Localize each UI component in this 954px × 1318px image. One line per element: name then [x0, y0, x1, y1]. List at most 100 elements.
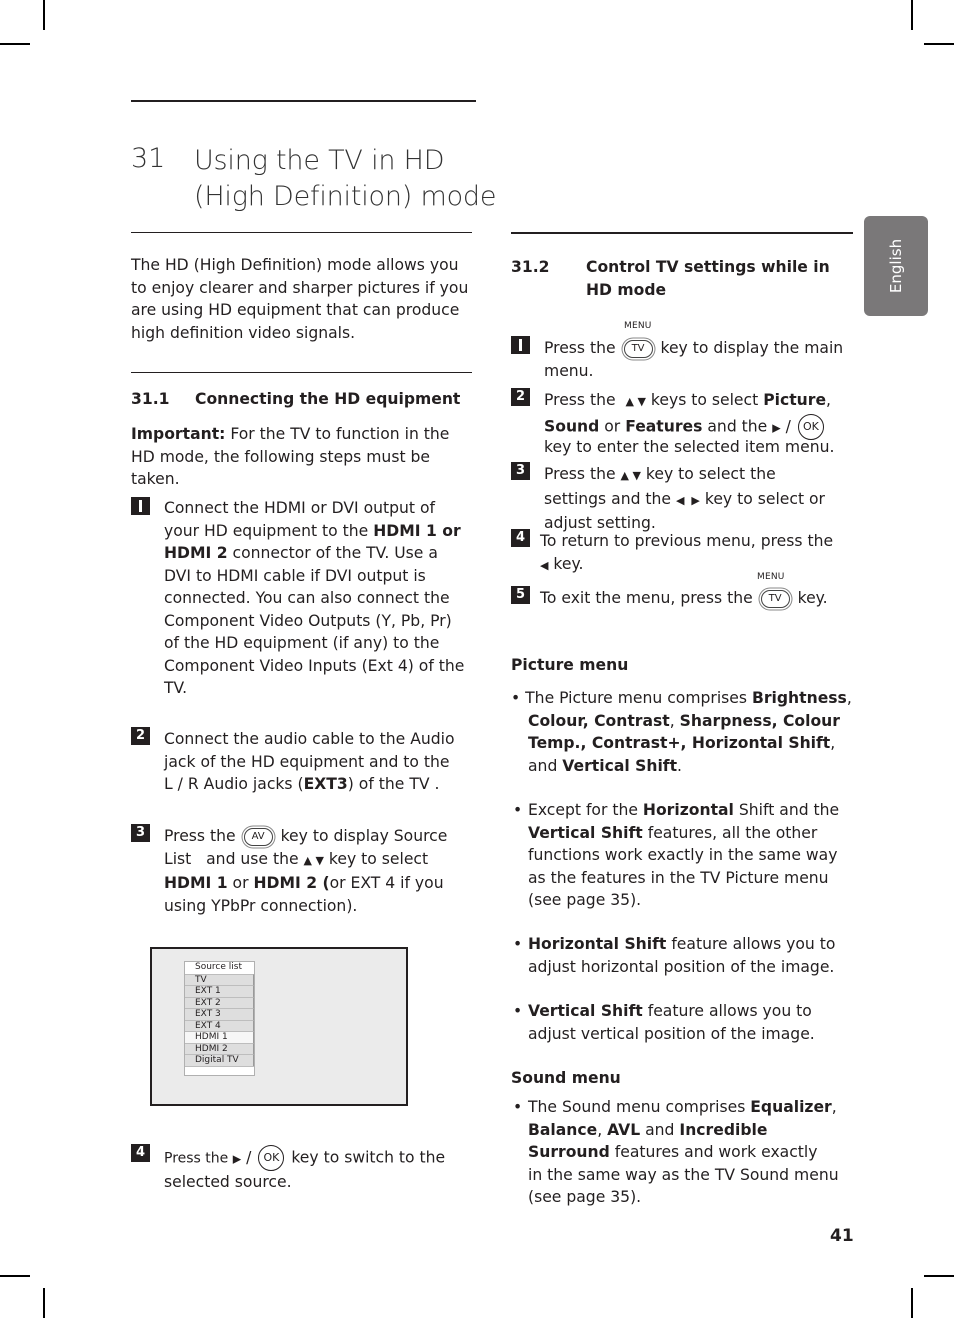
- control-step-5-text: To exit the menu, press the TV key.: [540, 587, 855, 610]
- up-down-arrow-icon: ▲ ▼: [303, 853, 324, 867]
- tv-screen-illustration: Source list TV EXT 1 EXT 2 EXT 3 EXT 4 H…: [150, 947, 408, 1106]
- step-text: ) of the TV .: [347, 775, 440, 793]
- step-text: key to select: [323, 849, 429, 868]
- source-list-item[interactable]: TV: [185, 973, 254, 985]
- step-text: Press the: [544, 465, 621, 483]
- up-down-arrow-icon: ▲ ▼: [620, 469, 641, 482]
- step-text: or: [227, 874, 254, 892]
- source-list-item[interactable]: EXT 1: [185, 985, 254, 997]
- bullet-bold: AVL: [607, 1120, 641, 1139]
- menu-key-label: MENU: [757, 572, 785, 582]
- step-bold: HDMI 1 or: [373, 521, 461, 540]
- intro-line: to enjoy clearer and sharper pictures if…: [131, 278, 469, 297]
- step-line: DVI to HDMI cable if DVI output is: [164, 566, 426, 585]
- step-2-text: Connect the audio cable to the Audio jac…: [164, 728, 484, 796]
- step-line: of the HD equipment (if any) to the: [164, 634, 440, 652]
- intro-line: high definition video signals.: [131, 323, 356, 342]
- intro-line: are using HD equipment that can produce: [131, 301, 460, 319]
- bullet-bold: Equalizer: [750, 1098, 832, 1116]
- section-heading-31-2: 31.2 Control TV settings while in HD mod…: [511, 256, 856, 304]
- bullet-bold: Vertical Shift: [528, 1002, 643, 1020]
- language-tab: English: [864, 216, 928, 316]
- bullet-text: The Sound menu comprises: [528, 1098, 751, 1116]
- step-line: key to enter the selected item menu.: [544, 437, 835, 456]
- bullet-text: and: [640, 1120, 680, 1139]
- picture-bullet-3: • Horizontal Shift feature allows you to…: [511, 933, 856, 978]
- language-label: English: [887, 238, 905, 294]
- bullet-bold: Vertical Shift: [528, 823, 643, 842]
- separator: /: [780, 417, 796, 435]
- step-bold: HDMI 2 (: [253, 874, 330, 892]
- bullet-bold: Colour, Contrast: [528, 711, 670, 730]
- ok-key-icon: OK: [258, 1145, 285, 1171]
- section-title: Control TV settings while in HD mode: [586, 256, 830, 301]
- source-list-item[interactable]: EXT 3: [185, 1008, 254, 1020]
- crop-mark: [924, 43, 954, 45]
- crop-mark: [0, 43, 30, 45]
- bullet-text: Shift and the: [733, 801, 840, 819]
- bullet-text: feature allows you to: [642, 1002, 812, 1020]
- control-step-4-text: To return to previous menu, press the ◀ …: [540, 530, 855, 577]
- step-line: To return to previous menu, press the: [540, 532, 834, 550]
- step-line: Connect the HDMI or DVI output of: [164, 499, 436, 517]
- source-list-menu: Source list TV EXT 1 EXT 2 EXT 3 EXT 4 H…: [184, 961, 255, 1076]
- crop-mark: [911, 1288, 913, 1318]
- source-list-item[interactable]: EXT 2: [185, 996, 254, 1008]
- step-badge-3: 3: [131, 824, 150, 842]
- bullet-text: feature allows you to: [666, 935, 836, 953]
- bullet-bold: Incredible: [679, 1120, 768, 1139]
- source-list-header: Source list: [185, 962, 254, 974]
- step-text: key to display the main: [660, 339, 844, 357]
- source-list-item[interactable]: EXT 4: [185, 1019, 254, 1031]
- bullet-marker: •: [513, 1098, 523, 1116]
- step-text: List and use the: [164, 849, 304, 868]
- step-bold: EXT3: [303, 775, 348, 793]
- control-step-3-text: Press the ▲ ▼ key to select the settings…: [544, 463, 854, 535]
- step-text: Press the: [544, 339, 616, 357]
- source-list-item-selected[interactable]: HDMI 1: [185, 1031, 254, 1043]
- bullet-text: features, all the other: [642, 823, 818, 842]
- important-label: Important:: [131, 425, 226, 443]
- step-bold: HDMI 2: [164, 544, 228, 562]
- bullet-bold: Sharpness, Colour: [679, 711, 840, 730]
- right-arrow-icon: ▶: [232, 1152, 242, 1166]
- av-key-icon: AV: [243, 827, 273, 846]
- section-number: 31.1: [131, 390, 170, 408]
- source-list-footer: [185, 1065, 254, 1075]
- bullet-line: in the same way as the TV Sound menu: [528, 1165, 839, 1184]
- bullet-line: functions work exactly in the same way: [528, 846, 838, 864]
- bullet-marker: •: [513, 1002, 523, 1020]
- step-text: key.: [797, 589, 828, 607]
- step-text: or: [599, 417, 626, 435]
- bullet-text: ,: [846, 689, 852, 707]
- source-list-item[interactable]: HDMI 2: [185, 1042, 254, 1054]
- section-rule: [131, 372, 472, 373]
- picture-menu-heading: Picture menu: [511, 656, 629, 674]
- sound-bullet: • The Sound menu comprises Equalizer, Ba…: [511, 1096, 856, 1209]
- step-text: key to display Source: [280, 827, 448, 845]
- step-text: your HD equipment to the: [164, 521, 374, 540]
- page-number: 41: [830, 1226, 854, 1246]
- step-bold: Picture: [763, 391, 827, 409]
- title-top-rule: [131, 100, 476, 102]
- left-right-arrow-icon: ◀ ▶: [675, 493, 700, 507]
- section-heading-31-1: 31.1 Connecting the HD equipment: [131, 388, 476, 412]
- separator: /: [241, 1148, 257, 1167]
- bullet-line: as the features in the TV Picture menu: [528, 868, 829, 887]
- menu-tv-key-icon: TV: [760, 589, 790, 608]
- important-text: HD mode, the following steps must be tak…: [131, 447, 431, 489]
- intro-paragraph: The HD (High Definition) mode allows you…: [131, 254, 476, 344]
- control-step-2-text: Press the ▲ ▼ keys to select Picture, So…: [544, 389, 854, 458]
- source-list-item[interactable]: Digital TV: [185, 1054, 254, 1066]
- bullet-bold: Temp., Contrast+, Horizontal Shift: [528, 734, 831, 752]
- step-text: To exit the menu, press the: [540, 589, 753, 607]
- step-badge-4: 4: [131, 1144, 150, 1162]
- menu-tv-key-icon: TV: [623, 339, 653, 358]
- crop-mark: [911, 0, 913, 30]
- important-note: Important: For the TV to function in the…: [131, 423, 481, 491]
- sound-menu-heading: Sound menu: [511, 1069, 621, 1087]
- step-line: jack of the HD equipment and to the: [164, 752, 450, 771]
- step-bold: HDMI 1: [164, 874, 228, 892]
- bullet-bold: Balance: [528, 1120, 598, 1139]
- bullet-text: • The Picture menu comprises: [511, 689, 752, 707]
